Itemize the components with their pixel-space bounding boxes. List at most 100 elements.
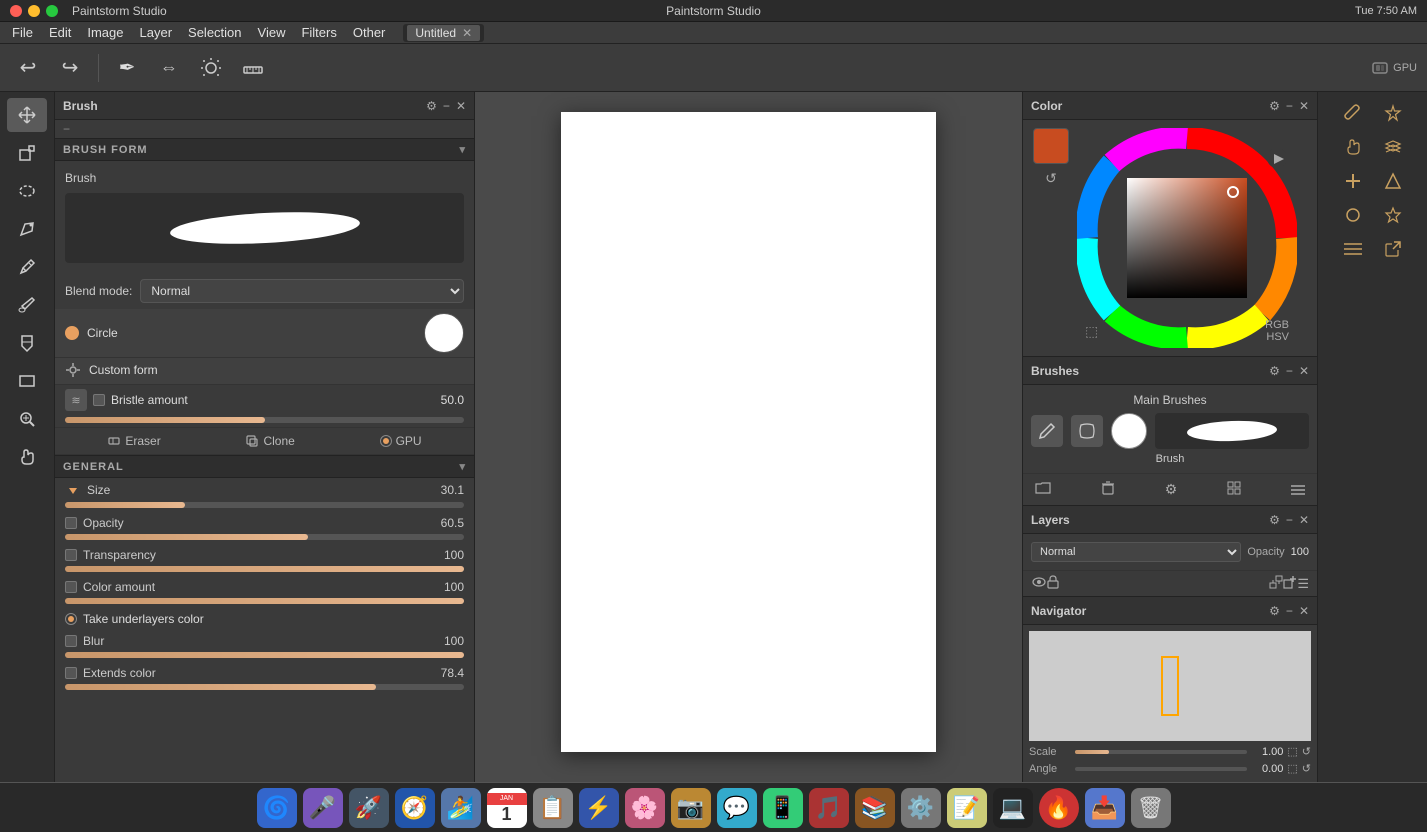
gpu-option[interactable]: GPU [380,434,422,448]
dock-finder[interactable]: 🌀 [257,788,297,828]
nav-reset-button[interactable]: ↺ [1302,745,1311,758]
dock-trash[interactable]: 🗑 [1131,788,1171,828]
brushes-close-icon[interactable]: ✕ [1299,364,1309,378]
dock-safari[interactable]: 🧭 [395,788,435,828]
brush-panel-icons[interactable]: ⚙ − ✕ [426,99,466,113]
extends-color-slider[interactable] [65,684,464,690]
tool-hand[interactable] [7,440,47,474]
traffic-lights[interactable]: Paintstorm Studio [10,4,167,18]
general-collapse[interactable]: ▾ [459,460,466,473]
dock-torchbrowser[interactable]: 🔥 [1039,788,1079,828]
color-close-icon[interactable]: ✕ [1299,99,1309,113]
brush-circle-preview[interactable] [1111,413,1147,449]
dock-calendar[interactable]: JAN 1 [487,788,527,828]
pen-tool-button[interactable]: ✒ [109,50,145,86]
dock-appstore[interactable]: 📥 [1085,788,1125,828]
color-amount-slider[interactable] [65,598,464,604]
nav-scale-slider[interactable] [1075,750,1247,754]
dock-notes[interactable]: 📋 [533,788,573,828]
close-icon[interactable]: ✕ [456,99,466,113]
add-layer-button[interactable] [1283,575,1297,592]
eraser-option[interactable]: Eraser [107,434,160,448]
opacity-checkbox[interactable] [65,517,77,529]
menu-other[interactable]: Other [345,22,394,44]
brush-tool-icon[interactable] [1031,415,1063,447]
color-panel-icons[interactable]: ⚙ − ✕ [1269,99,1309,113]
tool-lasso[interactable] [7,174,47,208]
minus-icon[interactable]: − [443,99,450,113]
take-underlayers-radio[interactable] [65,613,77,625]
dock-books[interactable]: 📚 [855,788,895,828]
navigator-preview[interactable] [1029,631,1311,741]
clone-option[interactable]: Clone [245,434,294,448]
transparency-checkbox[interactable] [65,549,77,561]
color-inner-area[interactable] [1127,178,1247,298]
brushes-panel-icons[interactable]: ⚙ − ✕ [1269,364,1309,378]
spray-button[interactable] [193,50,229,86]
crop-icon[interactable]: ⬚ [1085,323,1098,340]
bristle-checkbox[interactable] [93,394,105,406]
brush-preset-icon[interactable] [1071,415,1103,447]
flip-button[interactable]: ⇔ [151,50,187,86]
merge-layers-button[interactable] [1269,575,1283,592]
menu-filters[interactable]: Filters [293,22,344,44]
dock-pictures[interactable]: 🏄 [441,788,481,828]
layer-blend-select[interactable]: Normal [1031,542,1241,562]
layer-lock-button[interactable] [1047,575,1059,592]
layers-panel-icons[interactable]: ⚙ − ✕ [1269,513,1309,527]
color-amount-checkbox[interactable] [65,581,77,593]
brush-settings-button[interactable]: ⚙ [1161,479,1182,500]
dock-facetime[interactable]: 📱 [763,788,803,828]
ruler-button[interactable] [235,50,271,86]
blend-mode-select[interactable]: Normal [140,279,464,303]
delete-brush-button[interactable] [1097,479,1119,500]
layer-visibility-button[interactable] [1031,576,1047,591]
tool-cut-button[interactable] [1335,166,1371,196]
tool-shape-button[interactable] [1375,166,1411,196]
redo-button[interactable]: ↪ [52,50,88,86]
brushes-minus-icon[interactable]: − [1286,364,1293,378]
menu-view[interactable]: View [250,22,294,44]
blur-checkbox[interactable] [65,635,77,647]
new-brush-folder-button[interactable] [1031,478,1055,501]
bristle-slider[interactable] [65,417,464,423]
color-minus-icon[interactable]: − [1286,99,1293,113]
nav-gear-icon[interactable]: ⚙ [1269,604,1280,618]
brush-form-collapse[interactable]: ▾ [459,143,466,156]
brush-menu-button[interactable] [1287,480,1309,500]
tool-wrench-button[interactable] [1335,98,1371,128]
minimize-button[interactable] [28,5,40,17]
nav-minus-icon[interactable]: − [1286,604,1293,618]
brush-list-button[interactable] [1223,479,1245,500]
dock-camera[interactable]: 📷 [671,788,711,828]
transparency-slider[interactable] [65,566,464,572]
maximize-button[interactable] [46,5,58,17]
canvas-area[interactable] [475,92,1022,782]
blur-slider[interactable] [65,652,464,658]
nav-angle-reset-button[interactable]: ↺ [1302,762,1311,775]
hsv-label[interactable]: HSV [1266,331,1289,343]
canvas[interactable] [561,112,936,752]
brushes-gear-icon[interactable]: ⚙ [1269,364,1280,378]
extends-color-checkbox[interactable] [65,667,77,679]
menu-file[interactable]: File [4,22,41,44]
dock-textedit[interactable]: 📝 [947,788,987,828]
dock-settings[interactable]: ⚙️ [901,788,941,828]
doc-tab-untitled[interactable]: Untitled ✕ [407,25,480,41]
tool-magic-button[interactable] [1375,98,1411,128]
dock-rocket[interactable]: 🚀 [349,788,389,828]
layers-menu-button[interactable]: ☰ [1297,576,1309,592]
tool-circle-button[interactable] [1335,200,1371,230]
size-slider[interactable] [65,502,464,508]
nav-fit-button[interactable]: ⬚ [1287,745,1297,758]
tool-hand2-button[interactable] [1335,132,1371,162]
tool-list-button[interactable] [1335,234,1371,264]
tool-zoom[interactable] [7,402,47,436]
close-button[interactable] [10,5,22,17]
tool-star-button[interactable] [1375,200,1411,230]
rgb-label[interactable]: RGB [1265,319,1289,331]
tool-share-button[interactable] [1375,234,1411,264]
opacity-slider[interactable] [65,534,464,540]
layers-minus-icon[interactable]: − [1286,513,1293,527]
color-reset-button[interactable]: ↺ [1033,170,1069,187]
